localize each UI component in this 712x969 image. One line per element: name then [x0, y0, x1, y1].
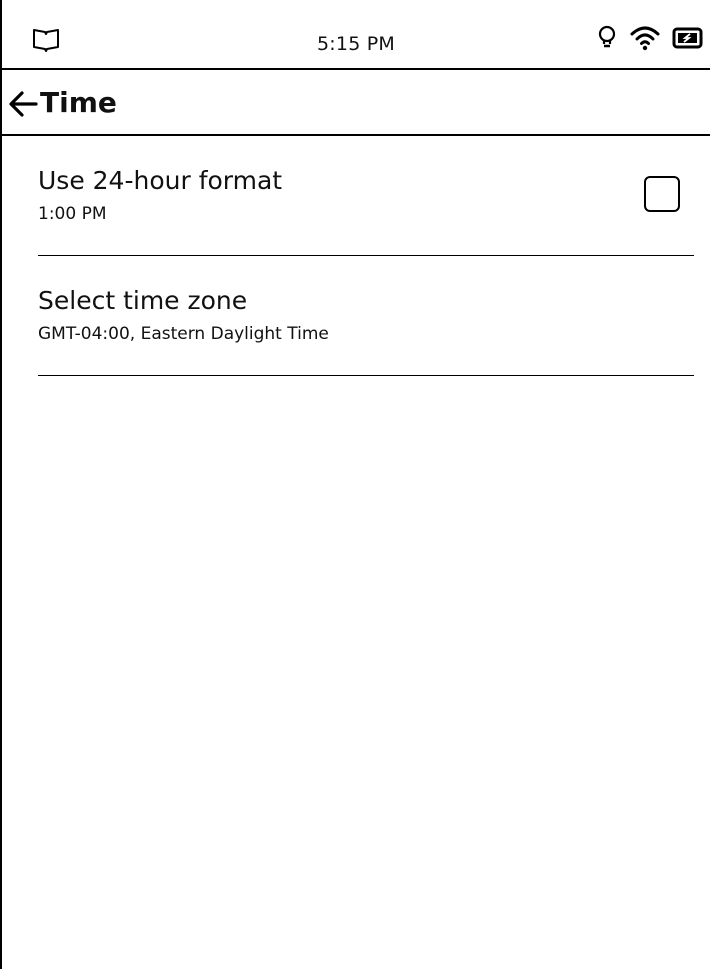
setting-title: Select time zone	[38, 286, 248, 315]
setting-subtitle: 1:00 PM	[38, 204, 107, 224]
24-hour-checkbox[interactable]	[644, 176, 680, 212]
wifi-icon[interactable]	[629, 24, 661, 56]
page-title: Time	[40, 86, 117, 119]
status-bar: 5:15 PM	[2, 0, 710, 70]
setting-24-hour-format[interactable]: Use 24-hour format 1:00 PM	[38, 136, 694, 256]
setting-title: Use 24-hour format	[38, 166, 283, 195]
setting-select-time-zone[interactable]: Select time zone GMT-04:00, Eastern Dayl…	[38, 256, 694, 376]
screen: 5:15 PM Time Use 24-hour format 1:00 PM …	[0, 0, 710, 969]
title-bar: Time	[2, 70, 710, 136]
arrow-left-icon[interactable]	[8, 90, 38, 118]
light-bulb-icon[interactable]	[596, 24, 618, 56]
status-icons	[596, 24, 704, 56]
setting-subtitle: GMT-04:00, Eastern Daylight Time	[38, 324, 329, 344]
battery-icon[interactable]	[672, 26, 704, 54]
